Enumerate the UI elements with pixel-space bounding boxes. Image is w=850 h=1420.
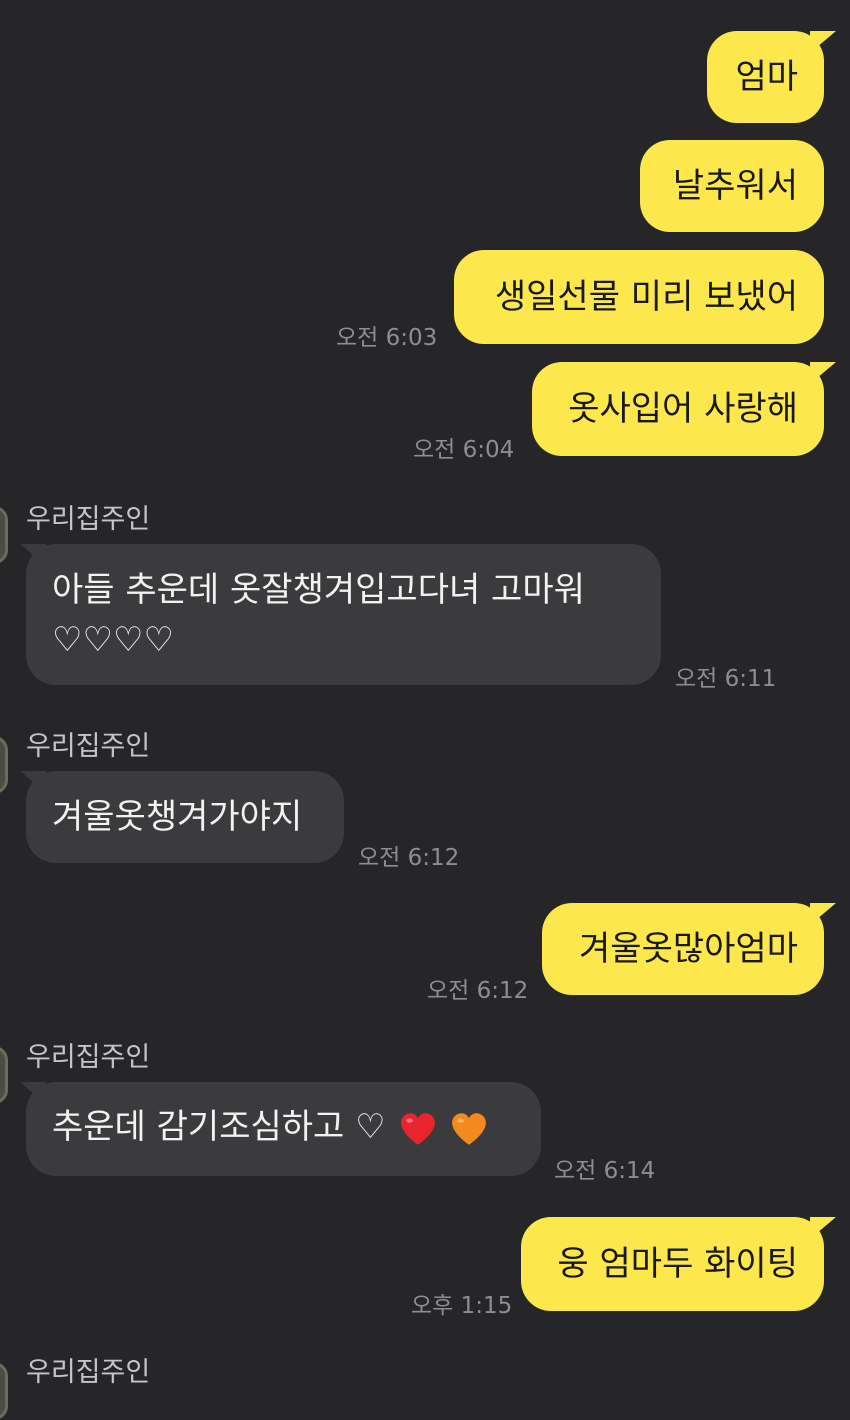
- sender-avatar[interactable]: [0, 1046, 8, 1104]
- bubble-tail: [810, 1217, 836, 1239]
- message-text-line-2: ♡♡♡♡: [52, 620, 174, 660]
- message-text: 웅 엄마두 화이팅: [557, 1244, 798, 1284]
- message-text: 생일선물 미리 보냈어: [494, 277, 798, 317]
- sender-avatar[interactable]: [0, 1362, 8, 1420]
- timestamp: 오전 6:14: [554, 1158, 656, 1184]
- sender-name: 우리집주인: [26, 504, 151, 535]
- message-me-5[interactable]: 겨울옷많아엄마: [542, 903, 824, 995]
- sender-name: 우리집주인: [26, 1042, 151, 1073]
- message-text: 옷사입어 사랑해: [568, 389, 798, 429]
- message-them-2[interactable]: 겨울옷챙겨가야지: [26, 771, 344, 863]
- sender-name: 우리집주인: [26, 731, 151, 762]
- message-text: 겨울옷많아엄마: [579, 929, 798, 969]
- sender-avatar[interactable]: [0, 736, 8, 794]
- timestamp: 오전 6:04: [413, 437, 515, 463]
- message-me-1[interactable]: 엄마: [707, 31, 824, 123]
- timestamp: 오전 6:03: [336, 325, 438, 351]
- message-them-1[interactable]: 아들 추운데 옷잘챙겨입고다녀 고마워 ♡♡♡♡: [26, 544, 661, 685]
- message-me-4[interactable]: 옷사입어 사랑해: [532, 362, 824, 456]
- message-me-2[interactable]: 날추워서: [640, 140, 824, 232]
- message-me-3[interactable]: 생일선물 미리 보냈어: [454, 250, 824, 344]
- timestamp: 오후 1:15: [411, 1293, 513, 1319]
- sender-avatar[interactable]: [0, 506, 8, 564]
- message-text: 겨울옷챙겨가야지: [52, 797, 303, 837]
- message-text: 추운데 감기조심하고 ♡: [52, 1107, 386, 1147]
- timestamp: 오전 6:11: [675, 666, 777, 692]
- message-them-3[interactable]: 추운데 감기조심하고 ♡: [26, 1082, 541, 1176]
- sender-name: 우리집주인: [26, 1357, 151, 1388]
- orange-heart-icon: [452, 1112, 487, 1145]
- message-text: 엄마: [735, 57, 798, 97]
- message-text: 날추워서: [672, 166, 798, 206]
- message-text-line-1: 아들 추운데 옷잘챙겨입고다녀 고마워: [52, 570, 585, 610]
- red-heart-icon: [401, 1112, 436, 1145]
- timestamp: 오전 6:12: [427, 978, 529, 1004]
- timestamp: 오전 6:12: [358, 845, 460, 871]
- message-me-6[interactable]: 웅 엄마두 화이팅: [521, 1217, 824, 1311]
